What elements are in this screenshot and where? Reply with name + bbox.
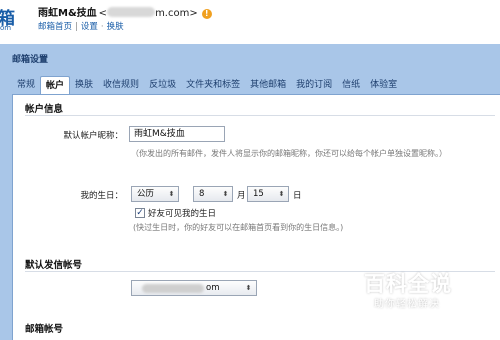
day-select[interactable]: 15 ⬍ — [247, 186, 289, 202]
header-links: 邮箱首页 | 设置 · 换肤 — [38, 20, 124, 32]
tab-subscriptions[interactable]: 我的订阅 — [291, 76, 337, 94]
tab-account[interactable]: 帐户 — [40, 76, 71, 94]
link-separator: | — [75, 22, 78, 32]
email-suffix: m.com> — [155, 8, 198, 19]
friends-visible-checkbox[interactable]: ✓ — [135, 208, 145, 218]
nickname-input[interactable]: 雨虹M&技血 — [129, 126, 225, 142]
tab-anti-spam[interactable]: 反垃圾 — [144, 76, 181, 94]
calendar-type-value: 公历 — [137, 189, 155, 199]
divider — [25, 115, 495, 116]
settings-link[interactable]: 设置 — [81, 22, 98, 32]
redacted-email — [142, 284, 204, 293]
mail-logo-sub: om — [0, 24, 12, 32]
tab-lab[interactable]: 体验室 — [365, 76, 402, 94]
tab-receive-rules[interactable]: 收信规则 — [98, 76, 144, 94]
section-title-default-sender: 默认发信帐号 — [25, 260, 83, 271]
chevron-down-icon: ⬍ — [168, 190, 175, 198]
day-unit: 日 — [293, 191, 302, 201]
tab-stationery[interactable]: 信纸 — [337, 76, 365, 94]
birthday-label: 我的生日： — [80, 191, 123, 201]
link-separator: · — [100, 22, 104, 32]
birthday-hint: (快过生日时，你的好友可以在邮箱首页看到你的生日信息。) — [133, 223, 344, 232]
checkmark-icon: ✓ — [136, 208, 144, 218]
nickname-label: 默认帐户昵称： — [63, 131, 123, 141]
section-title-mail-account: 邮箱帐号 — [25, 324, 64, 335]
default-sender-select[interactable]: om ⬍ — [131, 280, 257, 296]
month-select[interactable]: 8 ⬍ — [193, 186, 233, 202]
watermark-title: 百科全说 — [364, 272, 452, 296]
mail-home-link[interactable]: 邮箱首页 — [38, 22, 72, 32]
chevron-down-icon: ⬍ — [222, 190, 229, 198]
chevron-down-icon: ⬍ — [278, 190, 285, 198]
user-name: 雨虹M&技血 — [38, 8, 97, 19]
tab-other-mailboxes[interactable]: 其他邮箱 — [245, 76, 291, 94]
month-value: 8 — [199, 189, 205, 199]
nickname-hint: （你发出的所有邮件，发件人将显示你的邮箱昵称，你还可以给每个帐户单独设置昵称。） — [131, 149, 447, 158]
user-info: 雨虹M&技血 < m.com>! — [38, 4, 212, 19]
sender-email-suffix: om — [206, 283, 220, 293]
email-prefix: < — [98, 8, 108, 19]
tab-skin[interactable]: 换肤 — [70, 76, 98, 94]
settings-tabs: 常规 帐户 换肤 收信规则 反垃圾 文件夹和标签 其他邮箱 我的订阅 信纸 体验… — [12, 76, 402, 94]
tab-folders-labels[interactable]: 文件夹和标签 — [181, 76, 245, 94]
chevron-down-icon: ⬍ — [245, 284, 252, 292]
section-title-account-info: 帐户信息 — [25, 104, 64, 115]
day-value: 15 — [253, 189, 264, 199]
user-email: < m.com> — [98, 7, 198, 19]
top-header: 箱 om 雨虹M&技血 < m.com>! 邮箱首页 | 设置 · 换肤 — [0, 0, 500, 36]
skin-link[interactable]: 换肤 — [107, 22, 124, 32]
watermark-subtitle: 助你轻松解决 — [374, 299, 440, 310]
page-title: 邮箱设置 — [12, 55, 49, 65]
warning-icon[interactable]: ! — [201, 9, 212, 19]
month-unit: 月 — [237, 191, 246, 201]
calendar-type-select[interactable]: 公历 ⬍ — [131, 186, 179, 202]
redacted-email — [107, 7, 156, 17]
friends-visible-label[interactable]: 好友可见我的生日 — [148, 207, 216, 219]
tab-general[interactable]: 常规 — [12, 76, 40, 94]
